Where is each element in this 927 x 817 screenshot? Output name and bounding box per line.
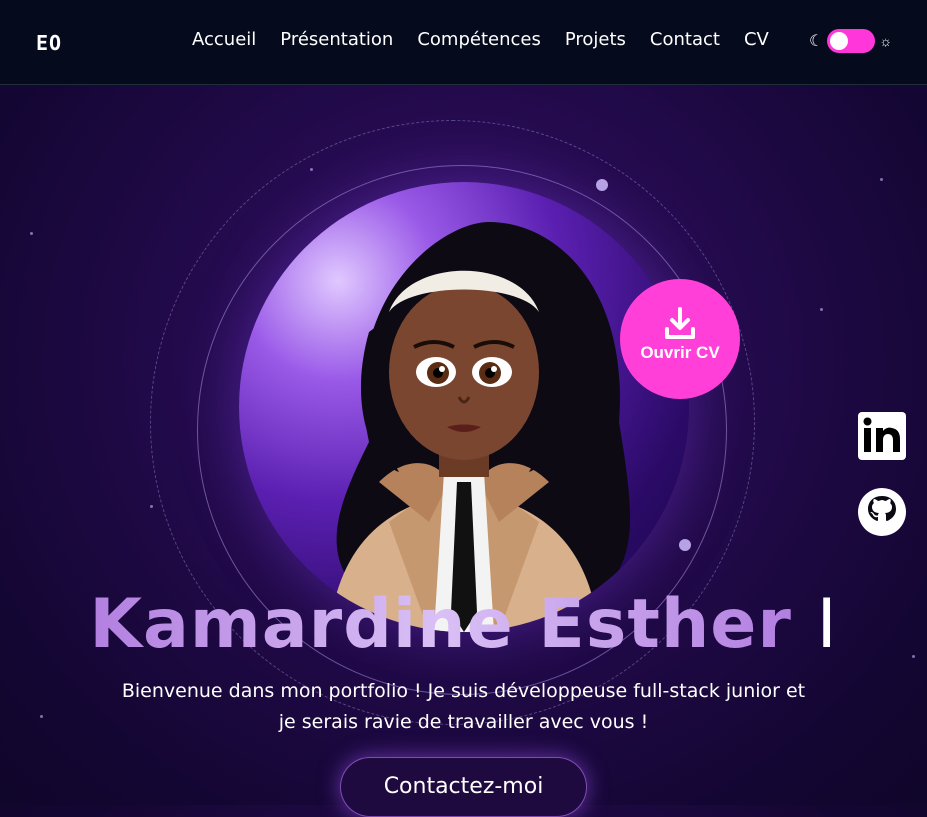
intro-line-2: je serais ravie de travailler avec vous …	[278, 711, 649, 733]
linkedin-icon	[863, 417, 900, 452]
hero-intro: Bienvenue dans mon portfolio ! Je suis d…	[80, 676, 847, 738]
star	[40, 715, 43, 718]
hero-name-heading: Kamardine Esther I	[0, 585, 927, 664]
avatar-illustration	[329, 222, 631, 632]
orbit-dot	[596, 179, 608, 191]
star	[30, 232, 33, 235]
nav-link-contact[interactable]: Contact	[650, 29, 720, 50]
nav-link-presentation[interactable]: Présentation	[280, 29, 393, 50]
github-link[interactable]	[858, 488, 906, 536]
typing-cursor: I	[816, 585, 838, 664]
star	[880, 178, 883, 181]
top-navbar: EO Accueil Présentation Compétences Proj…	[0, 0, 927, 85]
github-icon	[858, 488, 906, 536]
intro-line-1: Bienvenue dans mon portfolio ! Je suis d…	[121, 680, 806, 702]
open-cv-label: Ouvrir CV	[640, 343, 720, 362]
theme-switcher: ☾ ☼	[809, 29, 892, 53]
contact-me-button[interactable]: Contactez-moi	[340, 757, 587, 817]
site-logo[interactable]: EO	[36, 31, 62, 55]
nav-link-accueil[interactable]: Accueil	[192, 29, 256, 50]
sun-icon: ☼	[879, 33, 893, 49]
open-cv-button[interactable]: Ouvrir CV	[620, 279, 740, 399]
linkedin-link[interactable]	[858, 412, 906, 460]
toggle-knob	[830, 32, 849, 50]
nav-link-competences[interactable]: Compétences	[417, 29, 541, 50]
star	[820, 308, 823, 311]
star	[150, 505, 153, 508]
nav-link-cv[interactable]: CV	[744, 29, 769, 50]
hero-name: Kamardine Esther	[89, 585, 792, 664]
nav-link-projets[interactable]: Projets	[565, 29, 626, 50]
main-nav: Accueil Présentation Compétences Projets…	[192, 29, 793, 50]
moon-icon: ☾	[809, 33, 824, 50]
avatar-portrait	[239, 182, 689, 632]
theme-toggle[interactable]	[827, 29, 876, 53]
orbit-dot	[679, 539, 691, 551]
download-icon	[665, 307, 695, 339]
